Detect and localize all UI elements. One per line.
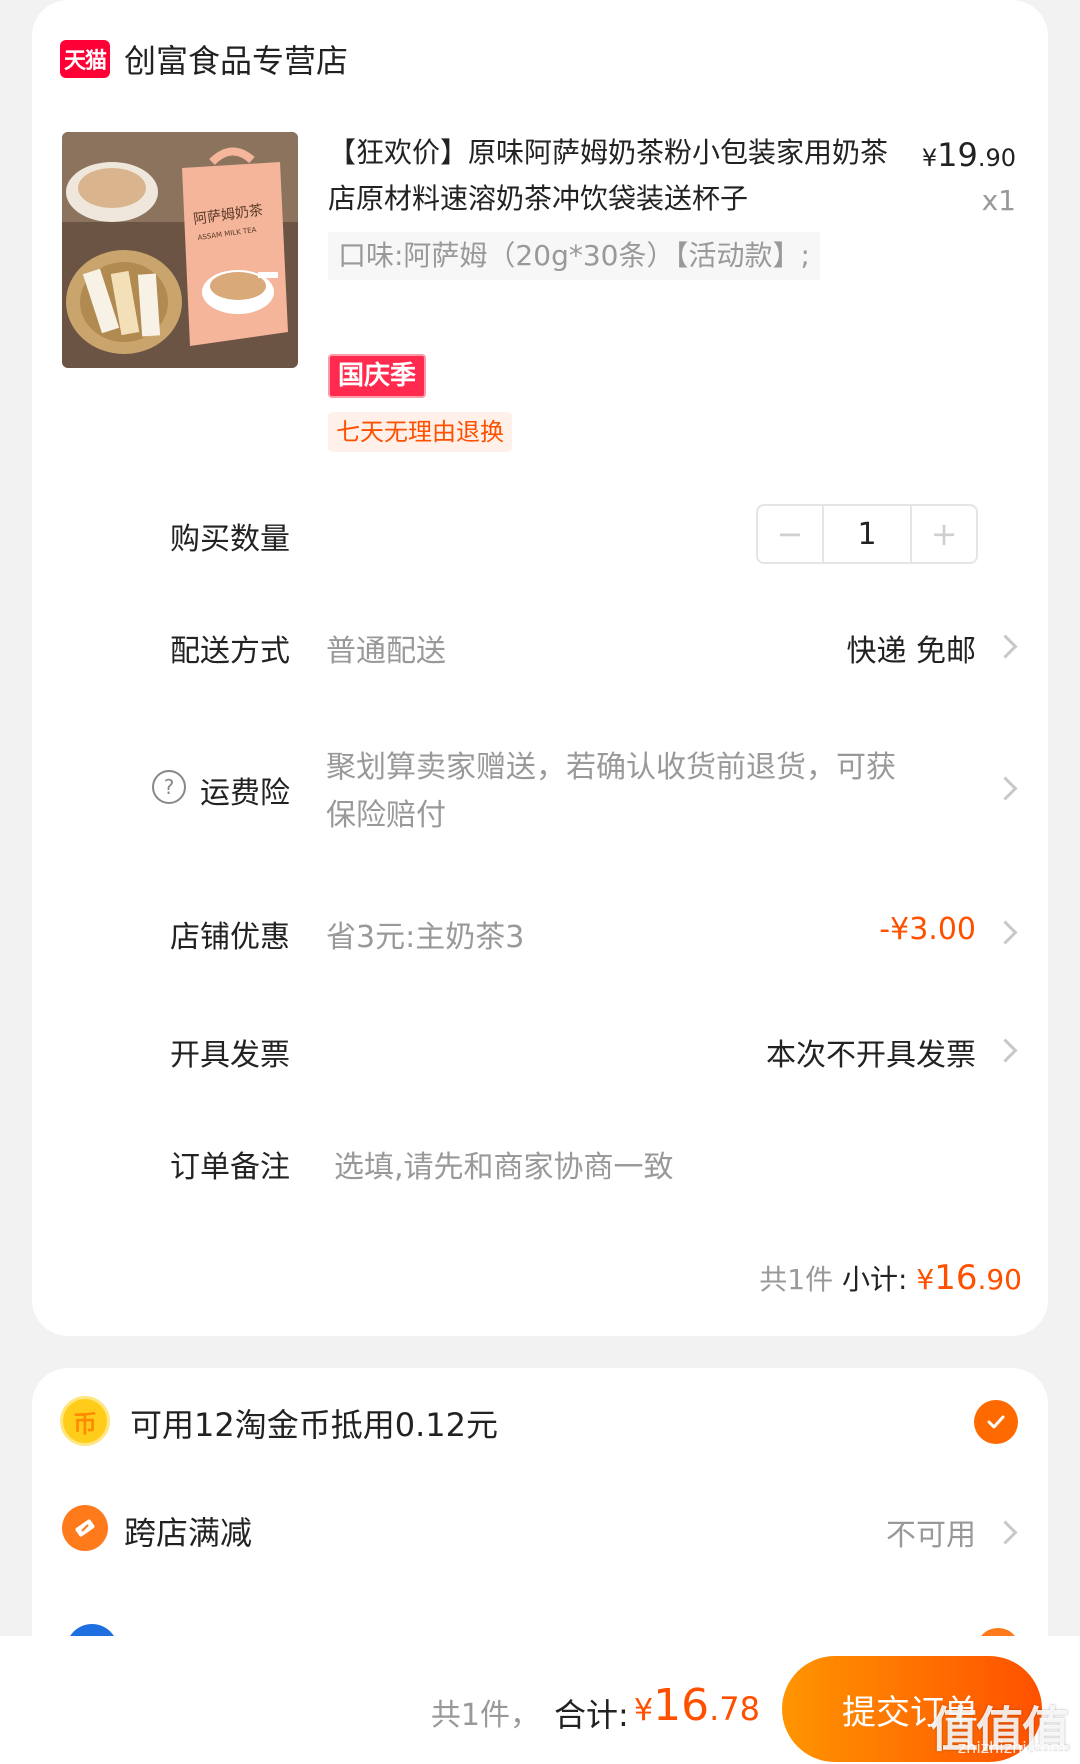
quantity-label: 购买数量 (170, 522, 290, 557)
price-currency: ¥ (921, 144, 938, 172)
coin-checkbox[interactable] (974, 1400, 1018, 1444)
check-icon (987, 1415, 1005, 1429)
promo-tag: 国庆季 (328, 354, 427, 398)
footer-total: ¥16.78 (634, 1680, 760, 1731)
footer-count: 共1件， (430, 1698, 540, 1733)
subtotal-currency: ¥ (916, 1263, 935, 1296)
footer-total-int: 16 (653, 1680, 710, 1731)
quantity-stepper: − 1 + (756, 504, 978, 564)
sku-label[interactable]: 口味:阿萨姆（20g*30条）【活动款】; (328, 232, 820, 280)
invoice-label: 开具发票 (170, 1038, 290, 1073)
shop-name[interactable]: 创富食品专营店 (124, 36, 348, 82)
subtotal-count: 共1件 (759, 1263, 834, 1296)
coupon-icon (62, 1505, 108, 1551)
product-title[interactable]: 【狂欢价】原味阿萨姆奶茶粉小包装家用奶茶店原材料速溶奶茶冲饮袋装送杯子 (328, 130, 888, 222)
insurance-label: 运费险 (200, 776, 290, 811)
cross-store-status[interactable]: 不可用 (886, 1510, 976, 1554)
help-icon[interactable]: ? (152, 770, 186, 804)
milk-tea-image-icon: 阿萨姆奶茶 ASSAM MILK TEA (62, 132, 298, 368)
discount-label: 店铺优惠 (170, 920, 290, 955)
footer-total-label: 合计: (554, 1696, 629, 1734)
taobao-coin-icon: 币 (60, 1396, 110, 1446)
footer-total-dec: .78 (709, 1690, 760, 1728)
insurance-desc-line1: 聚划算卖家赠送，若确认收货前退货，可获 (326, 750, 896, 785)
note-input[interactable]: 选填,请先和商家协商一致 (334, 1142, 674, 1186)
delivery-desc: 普通配送 (326, 634, 446, 669)
product-image[interactable]: 阿萨姆奶茶 ASSAM MILK TEA (62, 132, 298, 368)
note-label: 订单备注 (170, 1150, 290, 1185)
footer-currency: ¥ (634, 1693, 654, 1728)
plus-button[interactable]: + (912, 506, 976, 562)
ticket-icon (75, 1519, 95, 1537)
subtotal-dec: .90 (977, 1263, 1022, 1296)
subtotal-label: 小计: (842, 1263, 908, 1296)
tmall-logo: 天猫 (60, 40, 110, 78)
return-policy-tag: 七天无理由退换 (328, 412, 512, 452)
coin-deduction-text: 可用12淘金币抵用0.12元 (130, 1406, 498, 1444)
discount-desc: 省3元:主奶茶3 (326, 920, 525, 955)
insurance-desc-line2: 保险赔付 (326, 798, 446, 833)
delivery-label: 配送方式 (170, 634, 290, 669)
price-int: 19 (937, 136, 978, 174)
minus-button[interactable]: − (758, 506, 822, 562)
invoice-value[interactable]: 本次不开具发票 (766, 1030, 976, 1074)
quantity-input[interactable]: 1 (822, 506, 912, 562)
insurance-desc: 聚划算卖家赠送，若确认收货前退货，可获 保险赔付 (326, 744, 966, 840)
price-dec: .90 (977, 144, 1016, 172)
cross-store-discount-label: 跨店满减 (124, 1514, 253, 1552)
product-quantity: x1 (981, 184, 1016, 217)
discount-value[interactable]: -¥3.00 (879, 912, 976, 947)
subtotal-int: 16 (934, 1258, 978, 1298)
watermark-url: zhizhizhi.com (957, 1738, 1066, 1757)
delivery-value[interactable]: 快递 免邮 (846, 626, 976, 670)
subtotal-amount: ¥16.90 (916, 1258, 1022, 1298)
product-price: ¥19.90 (922, 136, 1016, 174)
subtotal: 共1件 小计: ¥16.90 (759, 1258, 1022, 1298)
